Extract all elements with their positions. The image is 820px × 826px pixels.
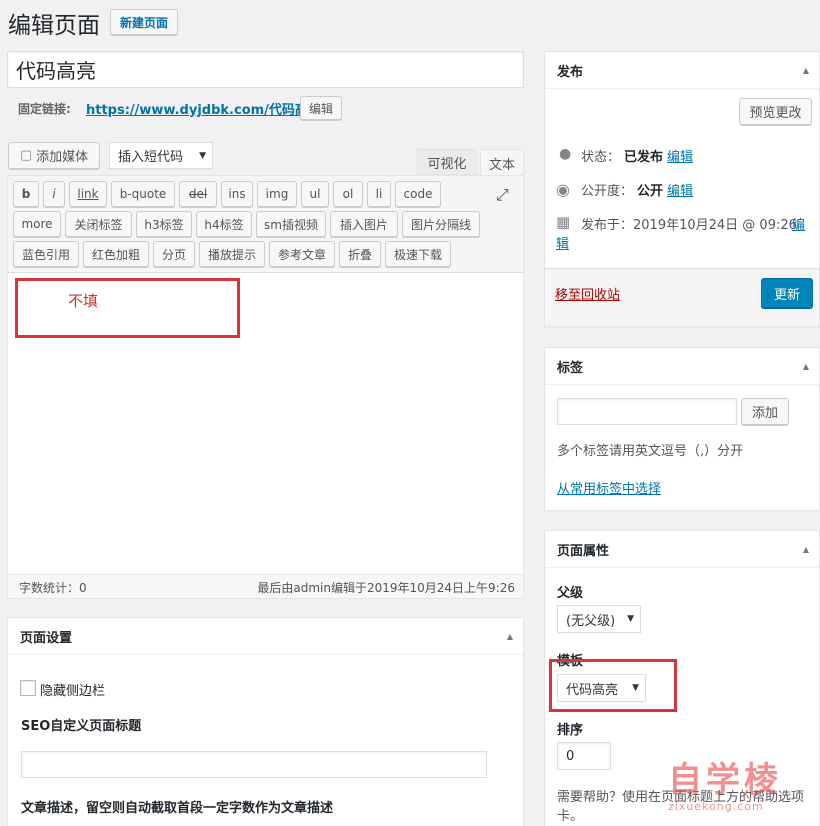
qt-image-divider[interactable]: 图片分隔线 [402,211,480,237]
qt-link[interactable]: link [69,181,107,207]
annotation-text: 不填 [68,292,99,310]
collapse-icon[interactable]: ▲ [507,632,513,641]
qt-li[interactable]: li [367,181,391,207]
camera-music-icon: ▢ [19,148,33,163]
hide-sidebar-checkbox[interactable] [20,680,36,696]
qt-code[interactable]: code [395,181,441,207]
word-count: 字数统计：0 [19,581,87,595]
publish-header[interactable]: 发布 ▲ [545,52,819,89]
page-attributes-title: 页面属性 [557,543,610,559]
qt-b-quote[interactable]: b-quote [111,181,175,207]
tab-text[interactable]: 文本 [480,149,524,176]
qt-insert-image[interactable]: 插入图片 [330,211,398,237]
qt-img[interactable]: img [257,181,297,207]
seo-title-input[interactable] [21,751,487,778]
qt-close-tags[interactable]: 关闭标签 [65,211,132,237]
status-row: 状态： 已发布 编辑 [581,146,693,165]
order-input[interactable]: 0 [557,742,611,770]
add-media-label: 添加媒体 [36,150,89,165]
visibility-row: 公开度： 公开 编辑 [581,180,693,199]
editor-container: ⤢ 字数统计：0 最后由admin编辑于2019年10月24日上午9:26 [7,175,524,599]
collapse-icon[interactable]: ▲ [803,362,809,371]
order-label: 排序 [557,723,584,738]
published-edit-link-1[interactable]: 编 [792,214,805,233]
qt-sm-video[interactable]: sm插视频 [256,211,326,237]
qt-ins[interactable]: ins [221,181,253,207]
new-page-button[interactable]: 新建页面 [110,9,178,35]
add-tag-button[interactable]: 添加 [741,398,789,425]
permalink-row: 固定链接: [18,100,71,117]
collapse-icon[interactable]: ▲ [803,545,809,554]
post-title-input[interactable]: 代码高亮 [7,51,524,88]
help-text-2: 卡。 [557,809,584,824]
publish-title: 发布 [557,64,584,80]
status-value: 已发布 [624,150,664,165]
qt-fast-download[interactable]: 极速下载 [385,241,451,267]
calendar-icon: ▦ [556,213,571,231]
qt-ul[interactable]: ul [301,181,329,207]
tags-header[interactable]: 标签 ▲ [545,348,819,385]
parent-label: 父级 [557,586,584,601]
qt-play-tip[interactable]: 播放提示 [199,241,265,267]
qt-red-bold[interactable]: 红色加粗 [83,241,149,267]
qt-h3[interactable]: h3标签 [136,211,192,237]
page-attributes-header[interactable]: 页面属性 ▲ [545,531,819,568]
seo-title-label: SEO自定义页面标题 [21,719,142,734]
page-settings-title: 页面设置 [20,630,73,646]
collapse-icon[interactable]: ▲ [803,66,809,75]
visibility-edit-link[interactable]: 编辑 [667,180,693,199]
tags-hint: 多个标签请用英文逗号（,）分开 [557,444,744,459]
page-settings-header[interactable]: 页面设置 ▲ [8,618,523,655]
update-button[interactable]: 更新 [761,278,813,308]
watermark-logo: 自学棱 zixuekong.com [668,760,808,822]
annotation-box-template [549,659,677,712]
parent-select-value: (无父级) [566,613,616,629]
move-to-trash-link[interactable]: 移至回收站 [555,284,620,303]
add-media-button[interactable]: ▢ 添加媒体 [8,142,100,169]
preview-changes-button[interactable]: 预览更改 [739,98,812,125]
qt-i[interactable]: i [43,181,65,207]
qt-ol[interactable]: ol [333,181,363,207]
hide-sidebar-label: 隐藏侧边栏 [40,684,106,699]
page-title: 编辑页面 [8,13,100,39]
last-edited: 最后由admin编辑于2019年10月24日上午9:26 [257,581,515,595]
qt-h4[interactable]: h4标签 [196,211,252,237]
tags-title: 标签 [557,360,584,376]
qt-fold[interactable]: 折叠 [339,241,381,267]
chevron-down-icon: ▼ [199,150,206,161]
parent-select[interactable]: (无父级) ▼ [557,605,641,633]
qt-b[interactable]: b [13,181,39,207]
published-edit-link-2[interactable]: 辑 [556,233,569,252]
eye-icon: ◉ [556,180,570,199]
order-value: 0 [566,748,575,764]
watermark-text-cn: 自学棱 [668,760,782,800]
shortcode-select[interactable]: 插入短代码 ▼ [109,142,213,169]
status-edit-link[interactable]: 编辑 [667,146,693,165]
tag-input[interactable] [557,398,737,425]
status-label: 状态： [581,150,621,165]
published-date: 发布于：2019年10月24日 @ 09:26 [581,218,797,233]
visibility-label: 公开度： [581,184,634,199]
chevron-down-icon: ▼ [627,614,634,624]
pin-icon: ● [559,146,572,162]
qt-pagination[interactable]: 分页 [153,241,195,267]
visibility-value: 公开 [637,184,664,199]
qt-reference[interactable]: 参考文章 [269,241,335,267]
tab-visual[interactable]: 可视化 [417,149,477,175]
watermark-text-en: zixuekong.com [668,800,764,813]
choose-tags-link[interactable]: 从常用标签中选择 [557,478,661,497]
qt-more[interactable]: more [13,211,61,237]
permalink-label: 固定链接: [18,102,71,116]
annotation-box-editor [15,278,240,338]
permalink-edit-button[interactable]: 编辑 [300,96,342,120]
qt-blue-quote[interactable]: 蓝色引用 [13,241,79,267]
shortcode-select-value: 插入短代码 [118,150,184,165]
description-label: 文章描述，留空则自动截取首段一定字数作为文章描述 [21,801,334,816]
fullscreen-icon[interactable]: ⤢ [496,185,509,205]
qt-del[interactable]: del [179,181,217,207]
permalink-url[interactable]: https://www.dyjdbk.com/代码高亮 [86,99,321,118]
editor-footer: 字数统计：0 最后由admin编辑于2019年10月24日上午9:26 [8,574,523,598]
post-title-value: 代码高亮 [16,59,96,83]
